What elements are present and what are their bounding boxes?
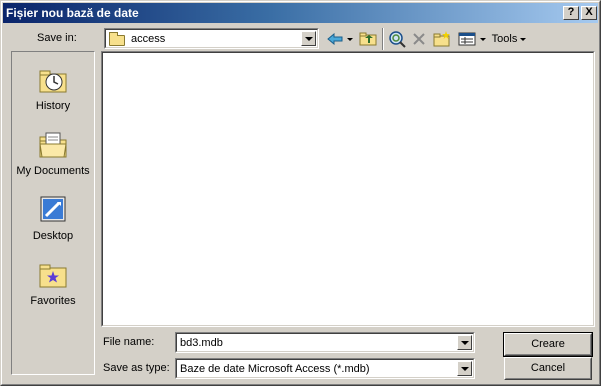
place-label-my-documents: My Documents — [16, 165, 90, 177]
tools-label: Tools — [491, 33, 518, 45]
views-icon — [458, 32, 476, 46]
save-in-combo[interactable]: access — [104, 28, 319, 49]
new-folder-button[interactable] — [431, 29, 453, 49]
views-dropdown-arrow[interactable] — [479, 29, 487, 49]
back-dropdown-arrow[interactable] — [346, 29, 354, 49]
place-desktop[interactable]: Desktop — [12, 190, 94, 252]
file-name-field[interactable] — [175, 332, 475, 353]
file-list[interactable] — [101, 51, 595, 327]
new-folder-icon — [433, 31, 450, 47]
file-name-label: File name: — [103, 336, 155, 348]
places-bar: History My Documents Desktop Favorites — [11, 51, 95, 375]
delete-x-icon — [413, 33, 425, 45]
back-arrow-icon — [327, 33, 343, 45]
search-web-icon — [389, 31, 406, 48]
help-button[interactable]: ? — [563, 6, 579, 20]
place-label-history: History — [35, 100, 71, 112]
close-button[interactable]: X — [581, 6, 597, 20]
save-as-type-value: Baze de date Microsoft Access (*.mdb) — [180, 363, 370, 375]
toolbar-separator — [382, 28, 384, 50]
window-title: Fișier nou bază de date — [6, 6, 139, 20]
save-in-dropdown-arrow[interactable] — [301, 31, 316, 46]
search-web-button[interactable] — [386, 29, 408, 49]
file-name-dropdown-arrow[interactable] — [457, 335, 472, 350]
favorites-icon — [39, 264, 67, 288]
place-history[interactable]: History — [12, 60, 94, 122]
save-in-label: Save in: — [37, 32, 77, 44]
back-button[interactable] — [325, 29, 345, 49]
place-label-favorites: Favorites — [30, 295, 76, 307]
save-in-value: access — [131, 33, 166, 45]
folder-icon — [109, 32, 125, 46]
title-bar[interactable]: Fișier nou bază de date ? X — [3, 3, 598, 23]
views-button[interactable] — [456, 29, 478, 49]
cancel-button[interactable]: Cancel — [504, 357, 592, 380]
desktop-icon — [40, 196, 66, 222]
save-as-type-label: Save as type: — [103, 362, 170, 374]
place-label-desktop: Desktop — [32, 230, 74, 242]
up-folder-icon — [359, 32, 377, 46]
place-favorites[interactable]: Favorites — [12, 255, 94, 317]
save-as-type-dropdown-arrow[interactable] — [457, 361, 472, 376]
tools-menu[interactable]: Tools — [489, 29, 529, 49]
save-as-type-combo[interactable]: Baze de date Microsoft Access (*.mdb) — [175, 358, 475, 379]
my-documents-icon — [39, 132, 67, 158]
save-dialog: Fișier nou bază de date ? X Save in: acc… — [0, 0, 601, 386]
file-name-input[interactable] — [178, 335, 454, 350]
delete-button[interactable] — [409, 29, 429, 49]
tools-dropdown-arrow — [520, 37, 527, 41]
up-one-level-button[interactable] — [357, 29, 379, 49]
create-button[interactable]: Creare — [503, 332, 593, 357]
history-icon — [39, 70, 67, 93]
place-my-documents[interactable]: My Documents — [12, 125, 94, 187]
